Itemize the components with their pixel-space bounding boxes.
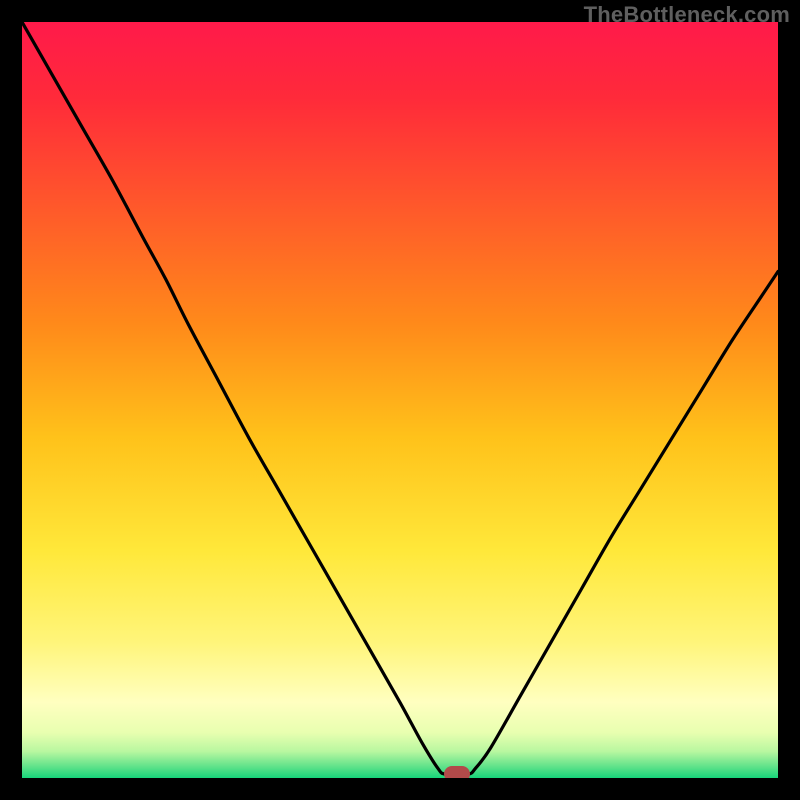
gradient-background xyxy=(22,22,778,778)
plot-area xyxy=(22,22,778,778)
plot-svg xyxy=(22,22,778,778)
optimal-point-marker xyxy=(444,766,470,778)
chart-frame: TheBottleneck.com xyxy=(0,0,800,800)
